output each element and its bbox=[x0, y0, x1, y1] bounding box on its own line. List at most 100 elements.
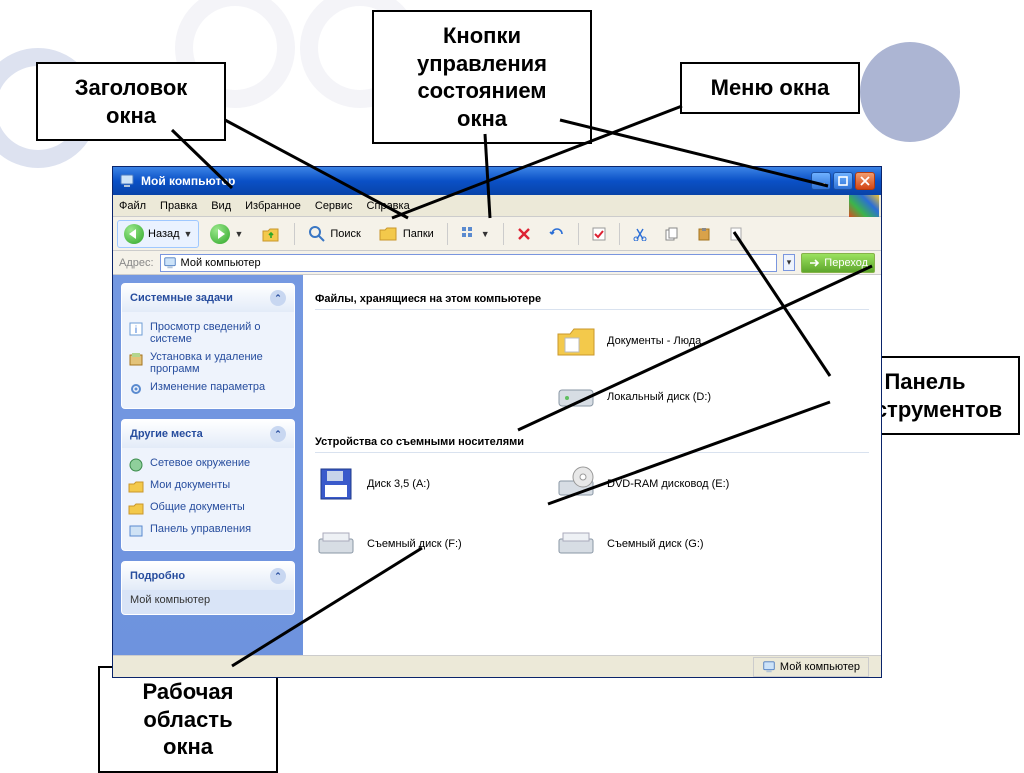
menu-file[interactable]: Файл bbox=[119, 200, 146, 212]
copy-icon bbox=[665, 227, 679, 241]
explorer-window: Мой компьютер Файл Правка Вид Избранное … bbox=[112, 166, 882, 678]
cut-button[interactable] bbox=[626, 223, 654, 245]
windows-logo-icon bbox=[849, 195, 879, 217]
status-text: Мой компьютер bbox=[780, 661, 860, 673]
menu-view[interactable]: Вид bbox=[211, 200, 231, 212]
copy-button[interactable] bbox=[658, 223, 686, 245]
menu-help[interactable]: Справка bbox=[367, 200, 410, 212]
scissors-icon bbox=[633, 227, 647, 241]
menu-tools[interactable]: Сервис bbox=[315, 200, 353, 212]
panel-header[interactable]: Другие места⌃ bbox=[122, 420, 294, 448]
undo-button[interactable] bbox=[542, 223, 572, 245]
place-my-documents[interactable]: Мои документы bbox=[128, 476, 288, 498]
group-header-removable: Устройства со съемными носителями bbox=[315, 432, 869, 453]
arrow-right-icon bbox=[808, 257, 820, 269]
panel-header[interactable]: Подробно⌃ bbox=[122, 562, 294, 590]
separator bbox=[294, 223, 295, 245]
window-title: Мой компьютер bbox=[141, 174, 235, 188]
item-label: Диск 3,5 (A:) bbox=[367, 478, 430, 490]
statusbar: Мой компьютер bbox=[113, 655, 881, 677]
place-label: Общие документы bbox=[150, 501, 245, 513]
computer-icon bbox=[762, 660, 776, 674]
place-label: Сетевое окружение bbox=[150, 457, 250, 469]
task-label: Установка и удаление программ bbox=[150, 351, 288, 375]
hard-disk-icon bbox=[555, 376, 597, 418]
window-control-buttons bbox=[811, 172, 875, 190]
computer-icon bbox=[163, 256, 177, 270]
task-label: Просмотр сведений о системе bbox=[150, 321, 288, 345]
panel-details: Подробно⌃ Мой компьютер bbox=[121, 561, 295, 615]
menu-edit[interactable]: Правка bbox=[160, 200, 197, 212]
item-local-disk-d[interactable]: Локальный диск (D:) bbox=[555, 376, 755, 418]
views-button[interactable]: ▼ bbox=[454, 222, 497, 246]
close-button[interactable] bbox=[855, 172, 875, 190]
chevron-down-icon[interactable]: ▾ bbox=[783, 254, 796, 271]
folder-up-icon bbox=[261, 224, 281, 244]
side-panel: Системные задачи⌃ iПросмотр сведений о с… bbox=[113, 275, 303, 655]
task-view-system-info[interactable]: i Просмотр сведений о системе bbox=[128, 318, 288, 348]
go-label: Переход bbox=[824, 257, 868, 269]
details-text: Мой компьютер bbox=[122, 590, 294, 614]
titlebar[interactable]: Мой компьютер bbox=[113, 167, 881, 195]
panel-header[interactable]: Системные задачи⌃ bbox=[122, 284, 294, 312]
paste-button[interactable] bbox=[690, 223, 718, 245]
item-dvd[interactable]: DVD-RAM дисковод (E:) bbox=[555, 463, 755, 505]
undo-icon bbox=[549, 227, 565, 241]
place-shared-docs[interactable]: Общие документы bbox=[128, 498, 288, 520]
up-button[interactable] bbox=[254, 220, 288, 248]
panel-title: Системные задачи bbox=[130, 292, 233, 304]
folders-icon bbox=[379, 225, 399, 243]
item-label: Локальный диск (D:) bbox=[607, 391, 711, 403]
folders-button[interactable]: Папки bbox=[372, 221, 441, 247]
task-add-remove[interactable]: Установка и удаление программ bbox=[128, 348, 288, 378]
maximize-button[interactable] bbox=[833, 172, 853, 190]
back-button[interactable]: Назад ▼ bbox=[117, 220, 199, 248]
extra-button[interactable] bbox=[722, 223, 750, 245]
panel-system-tasks: Системные задачи⌃ i Просмотр сведений о с… bbox=[121, 283, 295, 409]
address-input[interactable] bbox=[160, 254, 777, 272]
item-floppy[interactable]: Диск 3,5 (A:) bbox=[315, 463, 515, 505]
forward-button[interactable]: ▼ bbox=[203, 220, 250, 248]
optical-drive-icon bbox=[555, 463, 597, 505]
properties-button[interactable] bbox=[585, 223, 613, 245]
item-removable-g[interactable]: Съемный диск (G:) bbox=[555, 523, 755, 565]
box-icon bbox=[128, 351, 144, 367]
place-control-panel[interactable]: Панель управления bbox=[128, 520, 288, 542]
panel-title: Подробно bbox=[130, 570, 185, 582]
floppy-icon bbox=[315, 463, 357, 505]
item-label: Документы - Люда bbox=[607, 335, 701, 347]
page-icon bbox=[729, 227, 743, 241]
place-network[interactable]: Сетевое окружение bbox=[128, 454, 288, 476]
network-icon bbox=[128, 457, 144, 473]
group-header-files: Файлы, хранящиеся на этом компьютере bbox=[315, 289, 869, 310]
menubar: Файл Правка Вид Избранное Сервис Справка bbox=[113, 195, 881, 217]
back-label: Назад bbox=[148, 228, 180, 240]
chevron-down-icon: ▼ bbox=[184, 229, 193, 239]
computer-icon bbox=[119, 173, 135, 189]
toolbar: Назад ▼ ▼ Поиск Папки ▼ bbox=[113, 217, 881, 251]
arrow-left-icon bbox=[124, 224, 144, 244]
task-change-setting[interactable]: Изменение параметра bbox=[128, 378, 288, 400]
menu-favorites[interactable]: Избранное bbox=[245, 200, 301, 212]
content-area: Файлы, хранящиеся на этом компьютере — Д… bbox=[303, 275, 881, 655]
go-button[interactable]: Переход bbox=[801, 253, 875, 273]
views-icon bbox=[461, 226, 477, 242]
callout-title: Заголовок окна bbox=[36, 62, 226, 141]
search-button[interactable]: Поиск bbox=[301, 221, 367, 247]
collapse-icon: ⌃ bbox=[270, 426, 286, 442]
separator bbox=[503, 223, 504, 245]
minimize-button[interactable] bbox=[811, 172, 831, 190]
item-documents[interactable]: Документы - Люда bbox=[555, 320, 755, 362]
address-label: Адрес: bbox=[119, 257, 154, 269]
place-label: Панель управления bbox=[150, 523, 251, 535]
folder-icon bbox=[128, 479, 144, 495]
svg-text:i: i bbox=[135, 325, 137, 336]
chevron-down-icon: ▼ bbox=[234, 229, 243, 239]
gear-icon bbox=[128, 523, 144, 539]
status-panel: Мой компьютер bbox=[753, 657, 869, 677]
search-icon bbox=[308, 225, 326, 243]
delete-button[interactable] bbox=[510, 223, 538, 245]
item-removable-f[interactable]: Съемный диск (F:) bbox=[315, 523, 515, 565]
item-label: Съемный диск (G:) bbox=[607, 538, 704, 550]
removable-icon bbox=[315, 523, 357, 565]
